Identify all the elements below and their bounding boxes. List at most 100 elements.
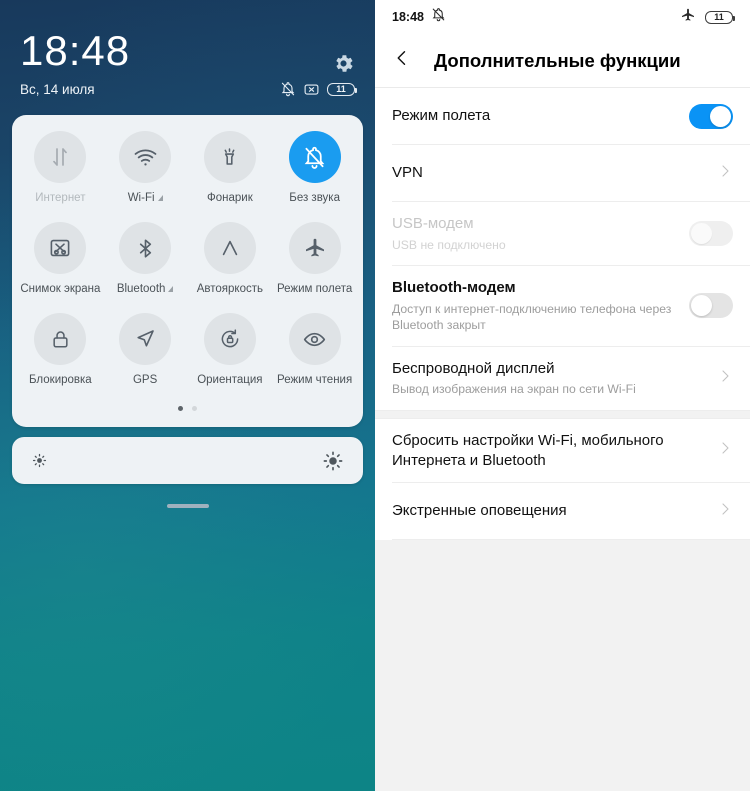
usb-tethering-switch xyxy=(689,221,733,247)
status-time: 18:48 xyxy=(392,10,424,24)
auto-brightness-icon xyxy=(222,240,238,256)
row-sublabel: Доступ к интернет-подключению телефона ч… xyxy=(392,301,672,333)
quick-toggle-reading-mode[interactable]: Режим чтения xyxy=(272,313,357,404)
lock-icon xyxy=(53,330,68,348)
divider xyxy=(392,539,750,541)
row-label: Экстренные оповещения xyxy=(392,502,567,520)
expand-triangle-icon[interactable] xyxy=(157,195,163,201)
toggle-icon-wrap xyxy=(203,313,256,365)
toggle-label: GPS xyxy=(133,374,157,386)
brightness-slider[interactable] xyxy=(12,437,363,484)
bell-muted-icon xyxy=(431,7,446,27)
bell-muted-icon xyxy=(304,146,325,169)
section-separator xyxy=(375,409,750,419)
settings-row-emergency-alerts[interactable]: Экстренные оповещения xyxy=(375,483,750,539)
page-dot[interactable] xyxy=(192,406,197,411)
toggle-label: Без звука xyxy=(289,192,340,204)
row-text: Режим полета xyxy=(392,94,677,138)
toggle-label: Режим чтения xyxy=(277,374,352,386)
toggle-icon-wrap xyxy=(203,222,256,274)
settings-row-airplane-mode[interactable]: Режим полета xyxy=(375,88,750,144)
row-text: Экстренные оповещения xyxy=(392,489,705,533)
quick-toggle-wifi[interactable]: Wi-Fi xyxy=(103,131,188,222)
clock-time: 18:48 xyxy=(20,27,131,74)
toggle-icon-wrap xyxy=(34,222,87,274)
back-button[interactable] xyxy=(392,48,412,73)
quick-toggle-lock[interactable]: Блокировка xyxy=(18,313,103,404)
quick-toggle-orientation[interactable]: Ориентация xyxy=(188,313,273,404)
status-bar-left: 18:48 xyxy=(392,7,446,27)
chevron-right-icon xyxy=(717,440,733,461)
toggle-label: Режим полета xyxy=(277,283,352,295)
location-arrow-icon xyxy=(137,330,154,347)
data-transfer-icon xyxy=(53,148,68,166)
toggle-label-text: Bluetooth xyxy=(116,283,166,295)
chevron-right-icon xyxy=(717,501,733,522)
settings-row-wireless-display[interactable]: Беспроводной дисплей Вывод изображения н… xyxy=(375,347,750,410)
chevron-left-icon xyxy=(397,51,406,65)
quick-toggle-bluetooth[interactable]: Bluetooth xyxy=(103,222,188,313)
expand-triangle-icon[interactable] xyxy=(168,286,174,292)
toggle-label-text: Блокировка xyxy=(29,374,92,386)
settings-row-vpn[interactable]: VPN xyxy=(375,145,750,201)
app-bar: Дополнительные функции xyxy=(375,34,750,88)
quick-toggle-gps[interactable]: GPS xyxy=(103,313,188,404)
date-and-status-row: Вс, 14 июля 11 xyxy=(20,81,357,97)
toggle-label-text: Wi-Fi xyxy=(127,192,155,204)
quick-toggle-flashlight[interactable]: Фонарик xyxy=(188,131,273,222)
flashlight-icon xyxy=(224,147,235,165)
toggle-icon-wrap xyxy=(288,222,341,274)
toggle-icon-wrap xyxy=(288,131,341,183)
row-label: Режим полета xyxy=(392,107,491,125)
shade-header: 18:48 Вс, 14 июля 11 xyxy=(0,0,375,97)
toggle-label: Ориентация xyxy=(197,374,262,386)
status-bar-right: 11 xyxy=(680,7,735,28)
toggle-label: Bluetooth xyxy=(117,283,174,295)
settings-screen: 18:48 11 Дополнительные функции Режим по… xyxy=(375,0,750,791)
settings-row-reset-network[interactable]: Сбросить настройки Wi-Fi, мобильного Инт… xyxy=(375,419,750,483)
row-text: USB-модем USB не подключено xyxy=(392,202,677,265)
toggle-label: Снимок экрана xyxy=(20,283,100,295)
page-dot-active[interactable] xyxy=(178,406,183,411)
brightness-high-icon xyxy=(323,451,343,470)
quick-toggle-airplane[interactable]: Режим полета xyxy=(272,222,357,313)
row-label: VPN xyxy=(392,164,423,182)
page-indicator xyxy=(18,404,357,421)
row-text: Сбросить настройки Wi-Fi, мобильного Инт… xyxy=(392,419,705,483)
quick-toggle-auto-brightness[interactable]: Автояркость xyxy=(188,222,273,313)
quick-toggle-silent[interactable]: Без звука xyxy=(272,131,357,222)
quick-toggles-card: Интернет Wi-Fi Фонарик Без звука Снимок … xyxy=(12,115,363,427)
bell-muted-icon xyxy=(280,81,296,97)
quick-toggle-row: Блокировка GPS Ориентация Режим чтения xyxy=(18,313,357,404)
rotation-lock-icon xyxy=(221,329,239,348)
quick-toggle-internet[interactable]: Интернет xyxy=(18,131,103,222)
airplane-icon xyxy=(305,238,324,257)
status-bar: 18:48 11 xyxy=(375,0,750,34)
toggle-icon-wrap xyxy=(34,313,87,365)
toggle-label: Фонарик xyxy=(207,192,253,204)
row-text: VPN xyxy=(392,151,705,195)
shade-drag-handle[interactable] xyxy=(166,504,209,508)
toggle-icon-wrap xyxy=(119,222,172,274)
quick-toggle-screenshot[interactable]: Снимок экрана xyxy=(18,222,103,313)
toggle-icon-wrap xyxy=(34,131,87,183)
quick-toggle-row: Интернет Wi-Fi Фонарик Без звука xyxy=(18,131,357,222)
switch-knob xyxy=(710,105,731,127)
chevron-right-icon xyxy=(717,163,733,184)
row-text: Беспроводной дисплей Вывод изображения н… xyxy=(392,347,705,410)
eye-icon xyxy=(304,332,326,346)
row-label: Беспроводной дисплей xyxy=(392,359,555,377)
row-text: Bluetooth-модем Доступ к интернет-подклю… xyxy=(392,266,677,345)
settings-row-usb-tethering: USB-модем USB не подключено xyxy=(375,202,750,265)
airplane-icon xyxy=(680,7,696,28)
chevron-right-icon xyxy=(717,368,733,389)
toggle-label-text: Режим полета xyxy=(276,283,353,295)
settings-row-bluetooth-tethering[interactable]: Bluetooth-модем Доступ к интернет-подклю… xyxy=(375,266,750,345)
airplane-mode-switch[interactable] xyxy=(689,103,733,129)
bluetooth-tethering-switch[interactable] xyxy=(689,293,733,319)
row-sublabel: Вывод изображения на экран по сети Wi-Fi xyxy=(392,382,636,397)
toggle-label: Автояркость xyxy=(197,283,263,295)
toggle-label: Wi-Fi xyxy=(128,192,163,204)
wifi-icon xyxy=(134,149,157,166)
bluetooth-icon xyxy=(139,238,151,258)
